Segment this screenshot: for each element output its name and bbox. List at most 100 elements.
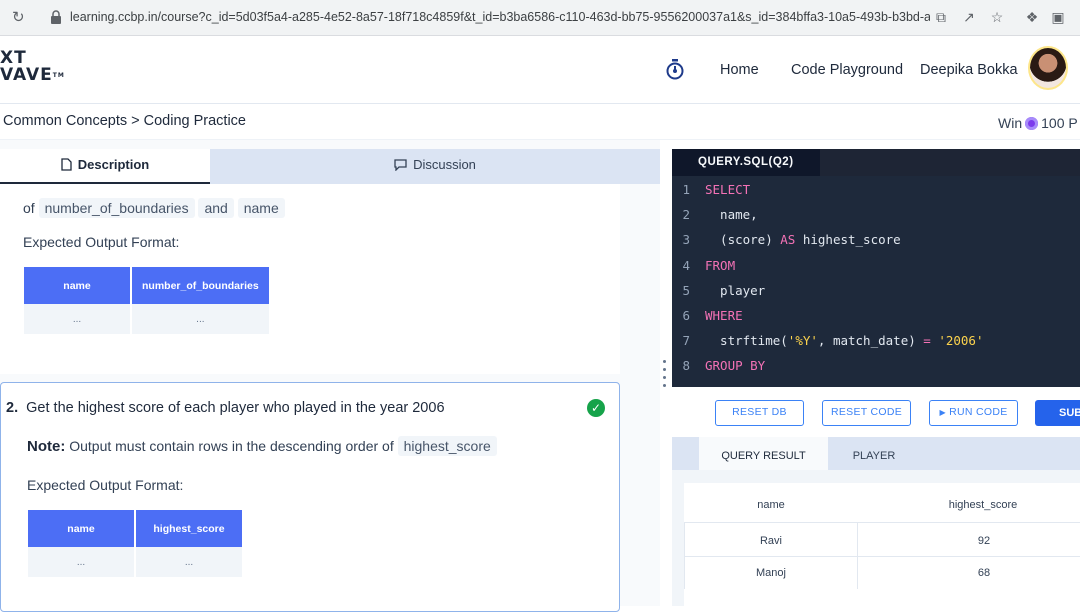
question-2-note: Note: Output must contain rows in the de… (27, 436, 497, 456)
question-card-1: of number_of_boundaries and name Expecte… (0, 184, 620, 374)
lock-icon[interactable] (50, 10, 62, 24)
code-line[interactable]: 8 GROUP BY (672, 353, 1080, 378)
google-lens-icon[interactable]: ⧉ (933, 9, 949, 25)
extensions-icon[interactable]: ❖ (1024, 9, 1040, 25)
code-line[interactable]: 5 player (672, 278, 1080, 303)
table-cell: Manoj (685, 557, 858, 589)
inline-code: highest_score (397, 436, 497, 456)
code-token: = (923, 333, 931, 349)
line-number: 2 (682, 207, 690, 223)
chat-icon (394, 159, 407, 172)
table-cell: ... (24, 304, 130, 334)
code-line[interactable]: 2 name, (672, 202, 1080, 227)
breadcrumb-bar: Common Concepts > Coding Practice Win 100… (0, 104, 1080, 140)
result-panel: QUERY RESULT PLAYER name highest_score R… (672, 437, 1080, 606)
expected-output-label: Expected Output Format: (23, 234, 180, 250)
nxtwave-logo[interactable]: XT VAVETM (0, 50, 65, 84)
inline-code: and (198, 198, 234, 218)
completed-check-icon: ✓ (587, 399, 605, 417)
line-number: 5 (682, 282, 690, 298)
submit-button[interactable]: SUB (1035, 400, 1080, 426)
code-token: highest_score (795, 232, 901, 248)
address-bar[interactable]: learning.ccbp.in/course?c_id=5d03f5a4-a2… (70, 10, 930, 24)
share-icon[interactable]: ↗ (961, 9, 977, 25)
line-number: 4 (682, 257, 690, 273)
line-number: 8 (682, 358, 690, 374)
code-line[interactable]: 3 (score) AS highest_score (672, 227, 1080, 252)
nav-user-name[interactable]: Deepika Bokka (920, 62, 1018, 78)
app-header: XT VAVETM Home Code Playground Deepika B… (0, 36, 1080, 104)
win-coins: Win 100 P (998, 115, 1078, 131)
document-icon (61, 158, 72, 171)
line-number: 6 (682, 308, 690, 323)
table-cell: ... (136, 547, 242, 577)
browser-toolbar: ↻ learning.ccbp.in/course?c_id=5d03f5a4-… (0, 0, 1080, 36)
code-line[interactable]: 6 WHERE (672, 303, 1080, 328)
code-token: name, (705, 207, 758, 223)
result-table: name highest_score Ravi 92 Manoj 68 (684, 483, 1080, 606)
column-header: name (757, 499, 785, 511)
table-row: Ravi 92 (684, 523, 1080, 557)
code-token: '%Y' (787, 333, 818, 349)
table-header: number_of_boundaries (132, 267, 269, 304)
reload-icon[interactable]: ↻ (12, 8, 30, 26)
nav-home[interactable]: Home (720, 62, 759, 78)
play-icon: ▶ (939, 408, 946, 417)
stopwatch-icon[interactable] (665, 58, 685, 80)
tab-description[interactable]: Description (0, 149, 210, 184)
code-token: strftime( (705, 333, 788, 349)
tab-discussion[interactable]: Discussion (210, 149, 660, 184)
result-header-row: name highest_score (684, 483, 1080, 523)
expected-output-label: Expected Output Format: (27, 477, 184, 493)
table-cell: ... (28, 547, 134, 577)
reset-db-button[interactable]: RESET DB (715, 400, 804, 426)
nav-code-playground[interactable]: Code Playground (791, 62, 903, 78)
editor-file-tab[interactable]: QUERY.SQL(Q2) (672, 149, 820, 176)
code-line[interactable]: 1 SELECT (672, 177, 1080, 202)
line-number: 1 (682, 182, 690, 197)
table-cell: ... (132, 304, 269, 334)
side-panel-icon[interactable]: ▣ (1050, 9, 1066, 25)
run-code-button[interactable]: ▶ RUN CODE (929, 400, 1018, 426)
problem-tabs: Description Discussion (0, 149, 660, 184)
code-token: SELECT (705, 182, 751, 197)
column-header: highest_score (948, 499, 1018, 511)
table-row: Manoj 68 (684, 557, 1080, 589)
inline-code: name (237, 198, 285, 218)
table-cell: Ravi (685, 523, 858, 556)
line-number: 3 (682, 232, 690, 248)
table-header: name (28, 510, 134, 547)
tab-query-result[interactable]: QUERY RESULT (699, 437, 828, 470)
question-1-columns: of number_of_boundaries and name (23, 198, 285, 218)
expected-output-table: name highest_score ... ... (26, 510, 244, 577)
table-header: highest_score (136, 510, 242, 547)
table-cell: 92 (977, 535, 991, 547)
breadcrumb[interactable]: Common Concepts > Coding Practice (3, 113, 246, 129)
result-tabs: QUERY RESULT PLAYER (672, 437, 1080, 470)
panel-resize-handle[interactable] (663, 360, 667, 394)
table-cell: 68 (977, 567, 991, 579)
code-token: player (705, 282, 766, 298)
code-token: (score) (705, 232, 781, 248)
code-line[interactable]: 7 strftime('%Y', match_date) = '2006' (672, 328, 1080, 353)
inline-code: number_of_boundaries (38, 198, 195, 218)
table-header: name (24, 267, 130, 304)
code-token: AS (780, 232, 796, 248)
code-token: FROM (705, 257, 736, 273)
expected-output-table: name number_of_boundaries ... ... (22, 267, 271, 334)
code-editor[interactable]: QUERY.SQL(Q2) 1 SELECT 2 name, 3 (score) AS… (672, 149, 1080, 387)
avatar[interactable] (1028, 46, 1068, 90)
tab-player[interactable]: PLAYER (828, 437, 920, 470)
reset-code-button[interactable]: RESET CODE (822, 400, 911, 426)
question-card-2: 2. Get the highest score of each player … (0, 382, 620, 612)
problem-panel: Description Discussion of number_of_boun… (0, 140, 660, 612)
code-line[interactable]: 4 FROM (672, 253, 1080, 278)
code-token: GROUP BY (705, 358, 766, 374)
code-token: '2006' (938, 333, 984, 349)
code-token: , match_date) (817, 333, 924, 349)
bookmark-star-icon[interactable]: ☆ (989, 9, 1005, 25)
coin-icon (1025, 117, 1039, 130)
line-number: 7 (682, 333, 690, 349)
question-2-title: 2. Get the highest score of each player … (6, 400, 445, 416)
code-token: WHERE (705, 308, 743, 323)
